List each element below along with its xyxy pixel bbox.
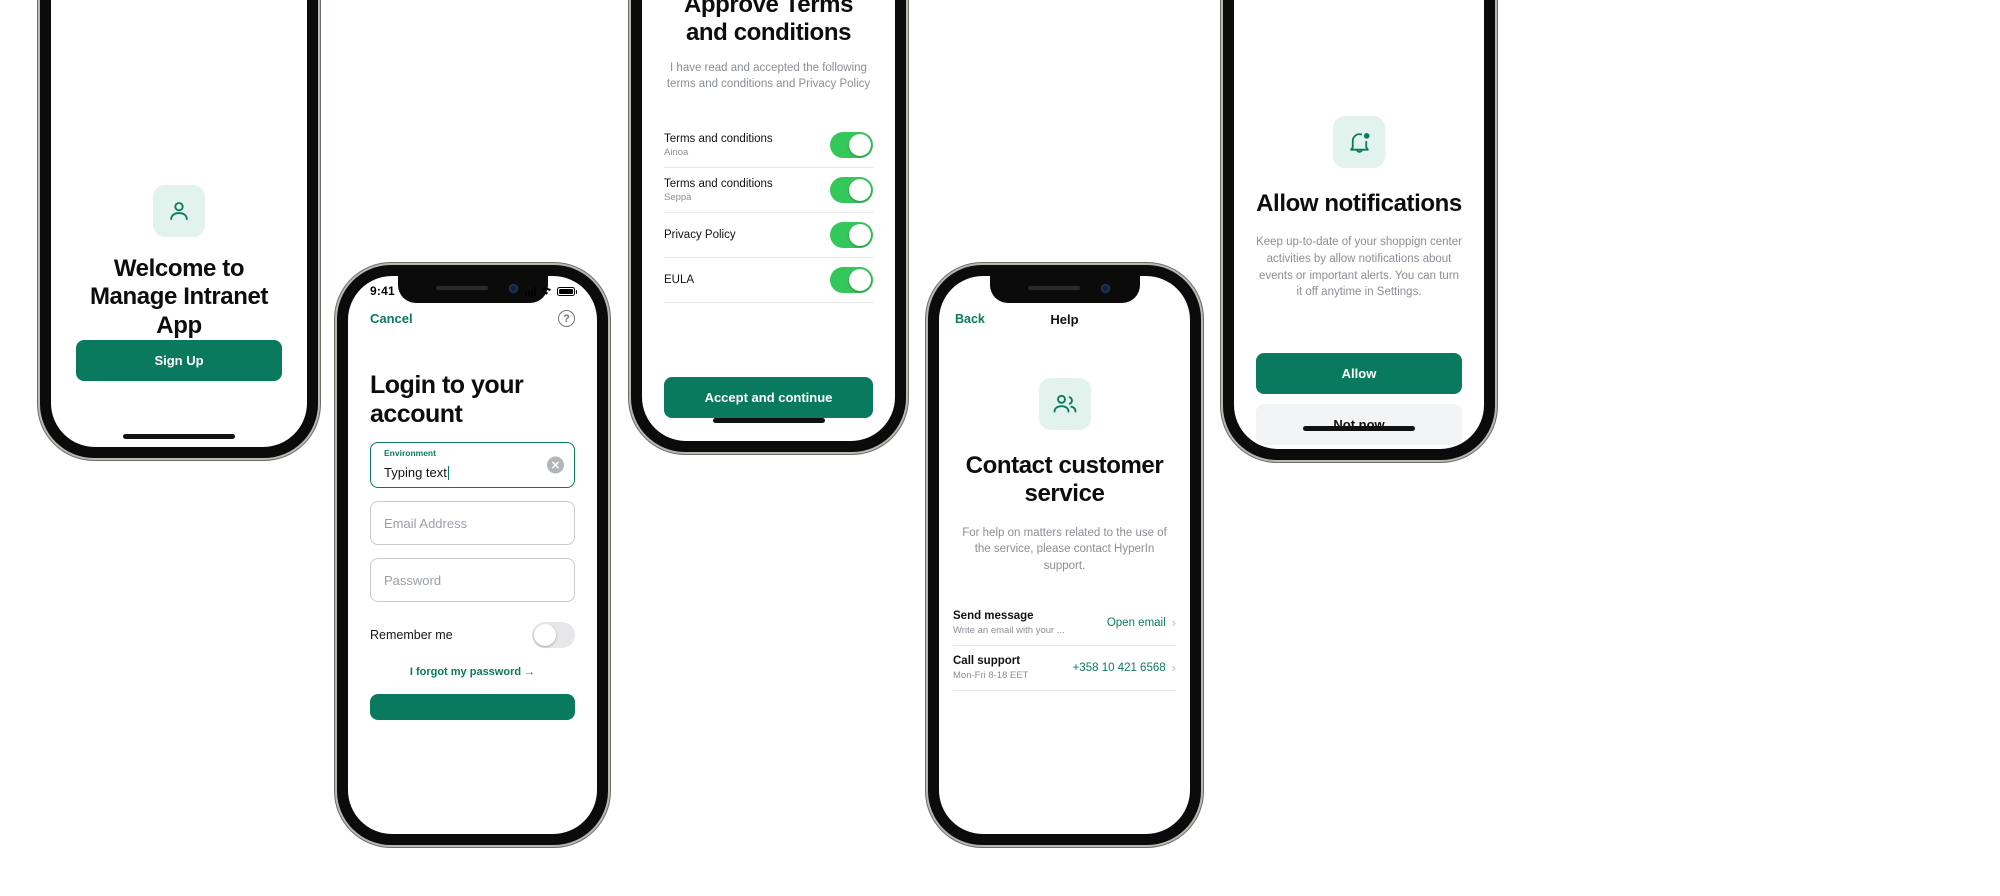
terms-toggle[interactable]: [830, 177, 873, 203]
table-row[interactable]: Terms and conditions Seppä: [664, 168, 873, 213]
welcome-screen: Welcome to Manage Intranet App Sign Up: [51, 0, 307, 447]
call-support-number[interactable]: +358 10 421 6568: [1073, 662, 1166, 674]
terms-row-name: Terms and conditions: [664, 177, 773, 190]
not-now-button[interactable]: Not now: [1256, 404, 1462, 445]
terms-row-sub: Seppä: [664, 191, 692, 203]
terms-row-name: Privacy Policy: [664, 229, 736, 241]
accept-and-continue-button[interactable]: Accept and continue: [664, 377, 873, 418]
password-field[interactable]: Password: [370, 558, 575, 602]
allow-button[interactable]: Allow: [1256, 353, 1462, 394]
close-icon: [552, 461, 559, 469]
help-row-name: Call support: [953, 654, 1021, 667]
login-submit-button[interactable]: [370, 694, 575, 720]
user-icon: [170, 202, 188, 221]
screenshot-canvas: Welcome to Manage Intranet App Sign Up 9…: [0, 0, 2000, 896]
earpiece-speaker: [1027, 286, 1080, 290]
terms-row-name: Terms and conditions: [664, 132, 773, 145]
user-icon-tile: [153, 185, 205, 238]
email-field[interactable]: Email Address: [370, 501, 575, 545]
remember-me-label: Remember me: [370, 628, 453, 642]
notifications-subtitle: Keep up-to-date of your shoppign center …: [1256, 236, 1462, 299]
device-notch: [989, 276, 1140, 303]
help-row-name: Send message: [953, 609, 1034, 622]
table-row[interactable]: Privacy Policy: [664, 213, 873, 258]
phone-login: 9:41 Cancel ? Login to your account Envi…: [337, 265, 608, 845]
wifi-icon: [542, 287, 551, 295]
environment-label: Environment: [384, 448, 436, 458]
phone-notifications: Allow notifications Keep up-to-date of y…: [1223, 0, 1495, 460]
notifications-screen: Allow notifications Keep up-to-date of y…: [1234, 0, 1484, 449]
terms-list: Terms and conditions Ainoa Terms and con…: [664, 123, 873, 303]
environment-value: Typing text: [384, 465, 447, 480]
clear-icon[interactable]: [547, 456, 564, 474]
cancel-button[interactable]: Cancel: [370, 311, 413, 326]
status-time: 9:41: [370, 284, 395, 298]
terms-toggle[interactable]: [830, 222, 873, 248]
home-indicator: [123, 434, 235, 439]
login-title: Login to your account: [370, 371, 524, 428]
list-item[interactable]: Send message Write an email with your ..…: [953, 601, 1176, 646]
phone-terms: Approve Terms and conditions I have read…: [631, 0, 906, 452]
status-bar: 9:41: [348, 276, 597, 306]
terms-row-sub: Ainoa: [664, 146, 689, 158]
welcome-content: Welcome to Manage Intranet App: [51, 0, 307, 340]
welcome-title: Welcome to Manage Intranet App: [89, 255, 269, 339]
help-icon[interactable]: ?: [558, 310, 575, 327]
chevron-right-icon: ›: [1171, 660, 1176, 676]
terms-screen: Approve Terms and conditions I have read…: [642, 0, 895, 441]
help-screen: Back Help Contact customer service For h…: [939, 276, 1190, 834]
bell-icon-tile: [1333, 116, 1385, 168]
help-row-sub: Write an email with your ...: [953, 624, 1065, 636]
email-placeholder: Email Address: [384, 515, 468, 531]
sign-up-button[interactable]: Sign Up: [76, 340, 282, 381]
battery-icon: [557, 286, 577, 296]
text-caret: [447, 466, 450, 480]
help-row-sub: Mon-Fri 8-18 EET: [953, 669, 1029, 681]
list-item[interactable]: Call support Mon-Fri 8-18 EET +358 10 42…: [953, 646, 1176, 691]
cellular-signal-icon: [525, 286, 536, 296]
terms-toggle[interactable]: [830, 132, 873, 158]
terms-toggle[interactable]: [830, 267, 873, 293]
back-button[interactable]: Back: [955, 312, 985, 326]
notifications-title: Allow notifications: [1256, 190, 1462, 217]
people-icon: [1053, 394, 1076, 413]
bell-icon: [1349, 132, 1370, 153]
forgot-password-link[interactable]: I forgot my password →: [370, 666, 575, 678]
people-icon-tile: [1038, 378, 1091, 430]
help-list: Send message Write an email with your ..…: [939, 601, 1190, 691]
help-subtitle: For help on matters related to the use o…: [962, 526, 1167, 572]
remember-me-toggle[interactable]: [532, 622, 575, 648]
home-indicator: [1303, 426, 1415, 431]
terms-subtitle: I have read and accepted the following t…: [666, 61, 871, 91]
front-camera: [1100, 284, 1110, 293]
table-row[interactable]: Terms and conditions Ainoa: [664, 123, 873, 168]
login-screen: 9:41 Cancel ? Login to your account Envi…: [348, 276, 597, 834]
environment-field[interactable]: Environment Typing text: [370, 442, 575, 488]
remember-me-row: Remember me: [370, 622, 575, 648]
terms-row-name: EULA: [664, 274, 695, 286]
terms-title: Approve Terms and conditions: [683, 0, 854, 46]
phone-welcome: Welcome to Manage Intranet App Sign Up: [40, 0, 318, 458]
phone-help: Back Help Contact customer service For h…: [928, 265, 1201, 845]
help-title: Contact customer service: [965, 452, 1164, 508]
open-email-action[interactable]: Open email: [1107, 617, 1166, 629]
password-placeholder: Password: [384, 572, 442, 588]
home-indicator: [712, 418, 825, 423]
chevron-right-icon: ›: [1171, 615, 1176, 631]
login-topbar: Cancel ?: [348, 306, 597, 327]
table-row[interactable]: EULA: [664, 258, 873, 303]
help-navbar: Back Help: [939, 306, 1190, 327]
